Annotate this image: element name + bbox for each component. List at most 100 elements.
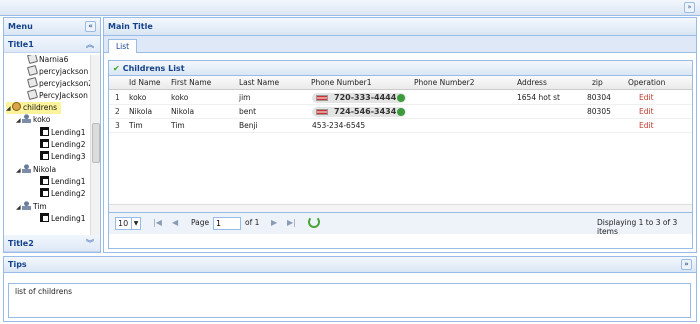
tree-node-label: Lending1 — [51, 177, 86, 186]
tree-node-label: Nikola — [33, 165, 57, 174]
section-title1[interactable]: Title1 ︽ — [4, 36, 100, 53]
row-number: 1 — [115, 93, 120, 102]
grid-header: Id Name First Name Last Name Phone Numbe… — [109, 76, 692, 90]
previous-page-icon[interactable]: ◀ — [172, 218, 178, 227]
column-header-first-name[interactable]: First Name — [171, 78, 211, 87]
column-header-phone2[interactable]: Phone Number2 — [414, 78, 475, 87]
cell-id-name: Tim — [129, 121, 143, 130]
tree-node-label: koko — [33, 115, 51, 124]
menu-header: Menu « — [4, 18, 100, 36]
tree-node-percy-jackson[interactable]: PercyJackson — [26, 88, 88, 102]
main-title: Main Title — [104, 18, 696, 36]
tips-panel: Tips » list of childrens — [3, 256, 697, 322]
double-chevron-left-icon[interactable]: « — [85, 21, 96, 32]
column-header-operation[interactable]: Operation — [628, 78, 665, 87]
column-header-address[interactable]: Address — [517, 78, 547, 87]
edit-link[interactable]: Edit — [639, 119, 654, 133]
lending-icon — [40, 151, 49, 160]
tree-node-lending1[interactable]: Lending1 — [40, 213, 86, 225]
table-row[interactable]: 1 koko koko jim 720-333-4444 1654 hot st… — [109, 91, 692, 105]
tree-node-lending1[interactable]: Lending1 — [40, 127, 86, 139]
tree-node-label: Lending2 — [51, 140, 86, 149]
cell-zip: 80305 — [587, 107, 611, 116]
lending-icon — [40, 127, 49, 136]
user-icon — [22, 164, 31, 173]
phone-badge[interactable]: 724-546-3434 — [312, 107, 407, 117]
tree-view: Narnia6 percyjackson percyjackson2 Percy… — [4, 55, 100, 240]
pagination-bar: 10▼ |◀ ◀ Page of 1 ▶ ▶| Displaying 1 to … — [109, 212, 692, 236]
tree-node-lending3[interactable]: Lending3 — [40, 151, 86, 163]
document-icon — [26, 55, 39, 65]
chevron-up-icon[interactable]: ︽ — [86, 36, 94, 53]
menu-title: Menu — [8, 22, 33, 31]
page-label: Page — [191, 218, 210, 227]
table-row[interactable]: 3 Tim Tim Benji 453-234-6545 Edit — [109, 119, 692, 133]
lending-icon — [40, 213, 49, 222]
scrollbar-thumb[interactable] — [92, 123, 100, 163]
tips-title: Tips — [8, 260, 27, 269]
double-chevron-down-icon[interactable]: » — [681, 259, 692, 270]
cell-id-name: Nikola — [129, 107, 153, 116]
main-panel: Main Title List ✔ Childrens List Id Name … — [103, 17, 697, 253]
chevron-down-icon[interactable]: ︾ — [86, 235, 94, 252]
flag-icon — [316, 109, 328, 115]
menu-panel: Menu « Title1 ︽ Narnia6 percyjackson per… — [3, 17, 101, 253]
column-header-last-name[interactable]: Last Name — [239, 78, 279, 87]
document-icon — [26, 64, 39, 77]
grid-title-bar: ✔ Childrens List — [109, 61, 692, 76]
last-page-icon[interactable]: ▶| — [287, 218, 296, 227]
tree-node-label: Lending1 — [51, 128, 86, 137]
lending-icon — [40, 188, 49, 197]
lending-icon — [40, 176, 49, 185]
chevron-down-icon[interactable]: ▼ — [131, 218, 140, 229]
tree-node-tim[interactable]: ◢ Tim — [16, 201, 47, 213]
tree-node-label: Tim — [33, 202, 47, 211]
cell-phone1: 720-333-4444 — [334, 93, 397, 102]
tree-node-koko[interactable]: ◢ koko — [16, 114, 50, 126]
first-page-icon[interactable]: |◀ — [153, 218, 162, 227]
page-number-input[interactable] — [213, 217, 241, 230]
tree-node-nikola[interactable]: ◢ Nikola — [16, 164, 56, 176]
section-title2-label: Title2 — [8, 239, 34, 248]
next-page-icon[interactable]: ▶ — [271, 218, 277, 227]
edit-link[interactable]: Edit — [639, 105, 654, 119]
call-icon[interactable] — [397, 108, 406, 116]
tree-node-lending2[interactable]: Lending2 — [40, 188, 86, 200]
edit-link[interactable]: Edit — [639, 91, 654, 105]
tree-node-label: Narnia6 — [39, 55, 69, 64]
tree-node-label: Lending2 — [51, 189, 86, 198]
tree-node-percyjackson[interactable]: percyjackson — [26, 64, 88, 78]
tree-node-lending1[interactable]: Lending1 — [40, 176, 86, 188]
tree-node-label: Lending1 — [51, 214, 86, 223]
cell-last-name: bent — [239, 107, 257, 116]
column-header-phone1[interactable]: Phone Number1 — [311, 78, 372, 87]
cell-last-name: jim — [239, 93, 251, 102]
section-title2[interactable]: Title2 ︾ — [4, 235, 100, 252]
grid-title: Childrens List — [122, 64, 185, 73]
tree-node-lending2[interactable]: Lending2 — [40, 139, 86, 151]
call-icon[interactable] — [397, 94, 406, 102]
tree-node-childrens[interactable]: ◢ childrens — [6, 102, 61, 114]
lending-icon — [40, 139, 49, 148]
grid-horizontal-scrollbar[interactable] — [109, 204, 692, 212]
page-size-value: 10 — [118, 219, 129, 228]
cell-last-name: Benji — [239, 121, 258, 130]
tips-body: list of childrens — [8, 283, 691, 318]
page-size-select[interactable]: 10 ▼ — [115, 217, 141, 230]
column-header-id-name[interactable]: Id Name — [129, 78, 160, 87]
refresh-icon[interactable] — [308, 216, 320, 228]
column-header-zip[interactable]: zip — [592, 78, 603, 87]
table-row[interactable]: 2 Nikola Nikola bent 724-546-3434 80305 … — [109, 105, 692, 119]
tree-vertical-scrollbar[interactable] — [90, 55, 100, 239]
pagination-info: Displaying 1 to 3 of 3 items — [597, 218, 678, 236]
cell-phone1: 453-234-6545 — [312, 121, 366, 130]
tree-node-label: childrens — [23, 103, 57, 112]
tree-node-percyjackson2[interactable]: percyjackson2 — [26, 76, 93, 90]
tab-list[interactable]: List — [108, 39, 138, 53]
cell-id-name: koko — [129, 93, 147, 102]
section-title1-label: Title1 — [8, 40, 34, 49]
cell-phone1: 724-546-3434 — [334, 107, 397, 116]
double-chevron-down-icon[interactable]: » — [684, 2, 695, 13]
phone-badge[interactable]: 720-333-4444 — [312, 93, 407, 103]
user-icon — [22, 201, 31, 210]
